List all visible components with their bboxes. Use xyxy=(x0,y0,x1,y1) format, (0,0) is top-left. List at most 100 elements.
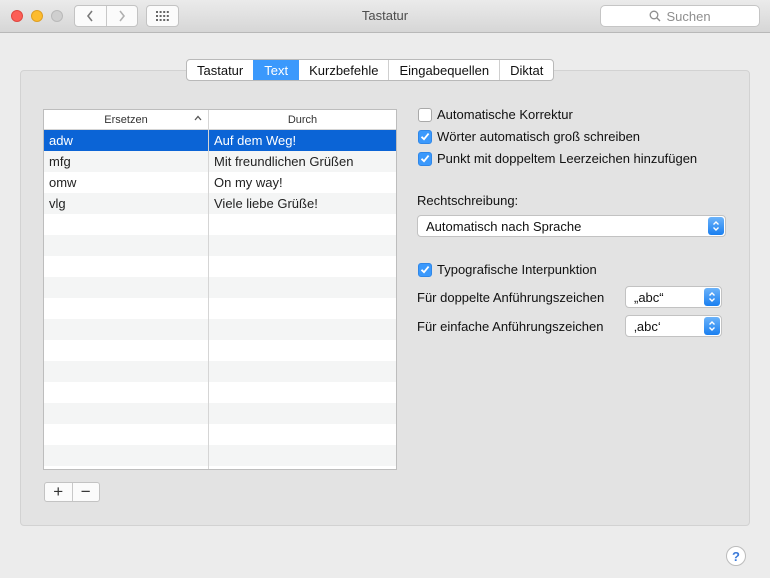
empty-cell xyxy=(209,319,396,340)
spelling-popup[interactable]: Automatisch nach Sprache xyxy=(417,215,726,237)
auto-capitalize-checkbox[interactable] xyxy=(418,129,432,144)
smart-punctuation-checkbox[interactable] xyxy=(418,262,432,277)
smart-punctuation-option[interactable]: Typografische Interpunktion xyxy=(418,262,597,277)
table-row[interactable]: mfg Mit freundlichen Grüßen xyxy=(44,151,396,172)
empty-cell xyxy=(209,382,396,403)
spelling-label: Rechtschreibung: xyxy=(417,193,519,208)
search-icon xyxy=(650,10,661,22)
smart-punctuation-label: Typografische Interpunktion xyxy=(437,262,597,277)
empty-row xyxy=(44,235,396,256)
auto-correct-checkbox[interactable] xyxy=(418,107,432,122)
replace-cell[interactable]: vlg xyxy=(44,193,209,214)
empty-row xyxy=(44,340,396,361)
table-row[interactable]: omw On my way! xyxy=(44,172,396,193)
single-quotes-label: Für einfache Anführungszeichen xyxy=(417,319,604,334)
empty-cell xyxy=(209,340,396,361)
empty-cell xyxy=(209,214,396,235)
column-header-replace-label: Ersetzen xyxy=(104,113,148,126)
empty-cell xyxy=(44,403,209,424)
auto-correct-option[interactable]: Automatische Korrektur xyxy=(418,107,573,122)
add-remove-control: + − xyxy=(44,482,100,502)
auto-capitalize-label: Wörter automatisch groß schreiben xyxy=(437,129,641,144)
table-row[interactable]: adw Auf dem Weg! xyxy=(44,130,396,151)
double-space-period-checkbox[interactable] xyxy=(418,151,432,166)
empty-cell xyxy=(44,361,209,382)
empty-cell xyxy=(209,277,396,298)
empty-row xyxy=(44,298,396,319)
updown-chevron-icon xyxy=(704,288,720,306)
empty-cell xyxy=(209,424,396,445)
table-body: adw Auf dem Weg! mfg Mit freundlichen Gr… xyxy=(44,130,396,469)
tab-bar: Tastatur Text Kurzbefehle Eingabequellen… xyxy=(186,59,555,81)
empty-cell xyxy=(209,445,396,466)
auto-capitalize-option[interactable]: Wörter automatisch groß schreiben xyxy=(418,129,640,144)
search-placeholder: Suchen xyxy=(666,8,711,24)
spelling-value: Automatisch nach Sprache xyxy=(426,218,582,234)
text-replacement-table[interactable]: Ersetzen Durch adw Auf dem Weg! mfg Mit … xyxy=(43,109,397,470)
empty-cell xyxy=(209,298,396,319)
single-quotes-popup[interactable]: ‚abc‘ xyxy=(625,315,722,337)
double-quotes-label: Für doppelte Anführungszeichen xyxy=(417,290,605,305)
empty-cell xyxy=(209,235,396,256)
double-quotes-value: „abc“ xyxy=(634,289,664,305)
remove-button[interactable]: − xyxy=(71,482,100,501)
with-cell[interactable]: Viele liebe Grüße! xyxy=(209,193,396,214)
tab-diktat[interactable]: Diktat xyxy=(499,60,553,80)
empty-cell xyxy=(44,214,209,235)
tab-kurzbefehle[interactable]: Kurzbefehle xyxy=(298,60,388,80)
empty-row xyxy=(44,424,396,445)
tab-text[interactable]: Text xyxy=(253,60,299,80)
empty-cell xyxy=(209,256,396,277)
checkmark-icon xyxy=(420,155,430,163)
tab-tastatur[interactable]: Tastatur xyxy=(187,60,253,80)
empty-cell xyxy=(44,256,209,277)
empty-cell xyxy=(44,235,209,256)
single-quotes-value: ‚abc‘ xyxy=(634,318,661,334)
empty-row xyxy=(44,466,396,469)
empty-cell xyxy=(44,466,209,469)
title-bar: Tastatur Suchen xyxy=(0,0,770,33)
empty-row xyxy=(44,361,396,382)
replace-cell[interactable]: mfg xyxy=(44,151,209,172)
checkmark-icon xyxy=(420,266,430,274)
help-button[interactable]: ? xyxy=(726,546,746,566)
updown-chevron-icon xyxy=(708,217,724,235)
empty-cell xyxy=(44,319,209,340)
double-space-period-label: Punkt mit doppeltem Leerzeichen hinzufüg… xyxy=(437,151,698,166)
checkmark-icon xyxy=(420,133,430,141)
empty-row xyxy=(44,319,396,340)
with-cell[interactable]: Mit freundlichen Grüßen xyxy=(209,151,396,172)
column-header-replace[interactable]: Ersetzen xyxy=(44,110,209,129)
empty-cell xyxy=(44,277,209,298)
table-header: Ersetzen Durch xyxy=(44,110,396,130)
empty-row xyxy=(44,382,396,403)
empty-row xyxy=(44,403,396,424)
empty-cell xyxy=(44,298,209,319)
empty-cell xyxy=(209,361,396,382)
tab-eingabequellen[interactable]: Eingabequellen xyxy=(388,60,499,80)
add-button[interactable]: + xyxy=(45,482,72,501)
sort-ascending-icon xyxy=(194,115,202,121)
with-cell[interactable]: Auf dem Weg! xyxy=(209,130,396,151)
empty-row xyxy=(44,277,396,298)
empty-cell xyxy=(44,340,209,361)
empty-row xyxy=(44,256,396,277)
empty-row xyxy=(44,214,396,235)
double-quotes-popup[interactable]: „abc“ xyxy=(625,286,722,308)
empty-cell xyxy=(209,466,396,469)
empty-cell xyxy=(44,424,209,445)
empty-cell xyxy=(209,403,396,424)
empty-cell xyxy=(44,382,209,403)
updown-chevron-icon xyxy=(704,317,720,335)
replace-cell[interactable]: omw xyxy=(44,172,209,193)
search-field[interactable]: Suchen xyxy=(600,5,760,27)
auto-correct-label: Automatische Korrektur xyxy=(437,107,573,122)
table-row[interactable]: vlg Viele liebe Grüße! xyxy=(44,193,396,214)
replace-cell[interactable]: adw xyxy=(44,130,209,151)
column-header-with-label: Durch xyxy=(287,113,318,126)
empty-cell xyxy=(44,445,209,466)
column-header-with[interactable]: Durch xyxy=(209,110,396,129)
double-space-period-option[interactable]: Punkt mit doppeltem Leerzeichen hinzufüg… xyxy=(418,151,697,166)
with-cell[interactable]: On my way! xyxy=(209,172,396,193)
empty-row xyxy=(44,445,396,466)
